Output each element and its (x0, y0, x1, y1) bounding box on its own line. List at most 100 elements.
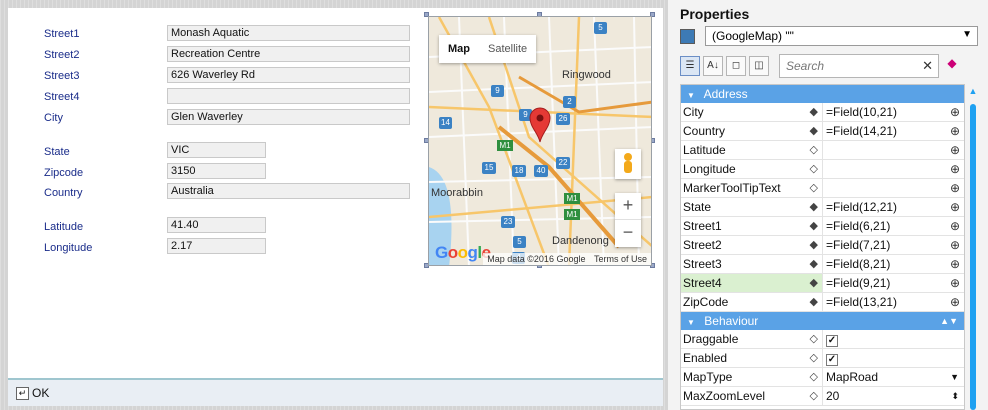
ok-button[interactable]: ↵ OK (16, 386, 49, 400)
property-row[interactable]: Street4 ◆ =Field(9,21) ⊕ (681, 274, 964, 293)
map-marker-icon[interactable] (529, 107, 551, 143)
city-field[interactable]: Glen Waverley (167, 109, 410, 125)
events-icon[interactable]: ◫ (749, 56, 769, 76)
category-address[interactable]: ▼ Address (681, 85, 964, 103)
field-picker-icon[interactable]: ⊕ (950, 179, 960, 197)
street1-field[interactable]: Monash Aquatic (167, 25, 410, 41)
property-row[interactable]: Enabled ◇ ✓ (681, 349, 964, 368)
binding-diamond-icon[interactable]: ◇ (810, 390, 818, 402)
search-input[interactable]: Search ✕ (779, 54, 939, 78)
property-value[interactable]: =Field(6,21) ⊕ (823, 217, 964, 235)
property-row[interactable]: Country ◆ =Field(14,21) ⊕ (681, 122, 964, 141)
binding-diamond-icon[interactable]: ◆ (810, 296, 818, 308)
zoom-out-button[interactable]: − (615, 220, 641, 247)
binding-diamond-icon[interactable]: ◇ (810, 371, 818, 383)
category-label: Address (703, 87, 748, 101)
categorized-view-button[interactable]: ☰ (680, 56, 700, 76)
property-value[interactable]: ⊕ (823, 141, 964, 159)
scrollbar-thumb[interactable] (970, 104, 976, 410)
spinner-icon[interactable]: ⬍ (951, 387, 959, 405)
zoom-in-button[interactable]: + (615, 193, 641, 220)
terms-of-use-link[interactable]: Terms of Use (594, 254, 647, 264)
binding-diamond-icon[interactable]: ◆ (810, 125, 818, 137)
property-row[interactable]: Street1 ◆ =Field(6,21) ⊕ (681, 217, 964, 236)
latitude-field[interactable]: 41.40 (167, 217, 266, 233)
binding-diamond-icon[interactable]: ◆ (810, 220, 818, 232)
binding-diamond-icon[interactable]: ◆ (810, 106, 818, 118)
binding-diamond-icon[interactable]: ◇ (810, 333, 818, 345)
street4-field[interactable] (167, 88, 410, 104)
binding-diamond-icon[interactable]: ◇ (810, 144, 818, 156)
property-pages-icon[interactable]: ◻ (726, 56, 746, 76)
field-picker-icon[interactable]: ⊕ (950, 141, 960, 159)
property-value[interactable]: =Field(13,21) ⊕ (823, 293, 964, 311)
field-picker-icon[interactable]: ⊕ (950, 236, 960, 254)
property-value[interactable]: =Field(14,21) ⊕ (823, 122, 964, 140)
property-value[interactable]: 20 ⬍ (823, 387, 964, 405)
street2-field[interactable]: Recreation Centre (167, 46, 410, 62)
field-picker-icon[interactable]: ⊕ (950, 293, 960, 311)
street3-label: Street3 (44, 70, 80, 82)
property-row[interactable]: Street2 ◆ =Field(7,21) ⊕ (681, 236, 964, 255)
property-value[interactable]: =Field(7,21) ⊕ (823, 236, 964, 254)
binding-diamond-icon[interactable]: ◇ (810, 352, 818, 364)
property-row[interactable]: State ◆ =Field(12,21) ⊕ (681, 198, 964, 217)
property-row[interactable]: MapType ◇ MapRoad ▼ (681, 368, 964, 387)
street3-field[interactable]: 626 Waverley Rd (167, 67, 410, 83)
category-behaviour[interactable]: ▼ Behaviour ▲▼ (681, 312, 964, 330)
property-value[interactable]: MapRoad ▼ (823, 368, 964, 386)
object-combo[interactable]: (GoogleMap) "" ▼ (705, 26, 978, 46)
zipcode-field[interactable]: 3150 (167, 163, 266, 179)
field-picker-icon[interactable]: ⊕ (950, 198, 960, 216)
map-type-map-button[interactable]: Map (439, 35, 479, 63)
property-value[interactable]: =Field(10,21) ⊕ (823, 103, 964, 121)
field-picker-icon[interactable]: ⊕ (950, 217, 960, 235)
field-picker-icon[interactable]: ⊕ (950, 103, 960, 121)
property-name-text: MaxZoomLevel (683, 389, 766, 403)
country-field[interactable]: Australia (167, 183, 410, 199)
checkbox[interactable]: ✓ (826, 354, 838, 366)
property-value[interactable]: ⊕ (823, 160, 964, 178)
clear-search-icon[interactable]: ✕ (922, 58, 933, 74)
property-value[interactable]: =Field(9,21) ⊕ (823, 274, 964, 292)
field-picker-icon[interactable]: ⊕ (950, 255, 960, 273)
property-row[interactable]: MarkerToolTipText ◇ ⊕ (681, 179, 964, 198)
alphabetical-sort-icon[interactable]: A↓ (703, 56, 723, 76)
property-row[interactable]: Draggable ◇ ✓ (681, 330, 964, 349)
property-value[interactable]: ⊕ (823, 179, 964, 197)
road-shield: 14 (439, 117, 452, 129)
property-row[interactable]: Latitude ◇ ⊕ (681, 141, 964, 160)
google-map[interactable]: Ringwood Moorabbin Dandenong 5 9 9 14 26… (428, 16, 652, 266)
map-type-satellite-button[interactable]: Satellite (479, 35, 536, 63)
binding-diamond-icon[interactable]: ◇ (810, 182, 818, 194)
property-row[interactable]: Longitude ◇ ⊕ (681, 160, 964, 179)
longitude-field[interactable]: 2.17 (167, 238, 266, 254)
scroll-up-icon[interactable]: ▲ (967, 86, 979, 98)
behaviour-rows: Draggable ◇ ✓ Enabled ◇ ✓ MapType ◇ MapRoad ▼ MaxZ… (681, 330, 964, 406)
property-name-text: Draggable (683, 332, 739, 346)
field-picker-icon[interactable]: ⊕ (950, 160, 960, 178)
chevron-down-icon[interactable]: ▼ (950, 368, 959, 386)
latitude-label: Latitude (44, 221, 84, 233)
property-value[interactable]: ✓ (823, 330, 964, 348)
binding-diamond-icon[interactable]: ◆ (810, 258, 818, 270)
binding-diamond-icon[interactable]: ◆ (810, 239, 818, 251)
property-row[interactable]: ZipCode ◆ =Field(13,21) ⊕ (681, 293, 964, 312)
vertical-scrollbar[interactable]: ▲ (967, 84, 979, 410)
property-row[interactable]: MaxZoomLevel ◇ 20 ⬍ (681, 387, 964, 406)
field-picker-icon[interactable]: ⊕ (950, 274, 960, 292)
city-label: City (44, 112, 63, 124)
state-field[interactable]: VIC (167, 142, 266, 158)
eraser-icon[interactable]: ◆ (943, 56, 961, 74)
property-row[interactable]: Street3 ◆ =Field(8,21) ⊕ (681, 255, 964, 274)
binding-diamond-icon[interactable]: ◆ (810, 277, 818, 289)
checkbox[interactable]: ✓ (826, 335, 838, 347)
property-value[interactable]: =Field(12,21) ⊕ (823, 198, 964, 216)
binding-diamond-icon[interactable]: ◆ (810, 201, 818, 213)
property-value[interactable]: ✓ (823, 349, 964, 367)
binding-diamond-icon[interactable]: ◇ (810, 163, 818, 175)
field-picker-icon[interactable]: ⊕ (950, 122, 960, 140)
property-value[interactable]: =Field(8,21) ⊕ (823, 255, 964, 273)
street-view-pegman-icon[interactable] (615, 149, 641, 179)
property-row[interactable]: City ◆ =Field(10,21) ⊕ (681, 103, 964, 122)
